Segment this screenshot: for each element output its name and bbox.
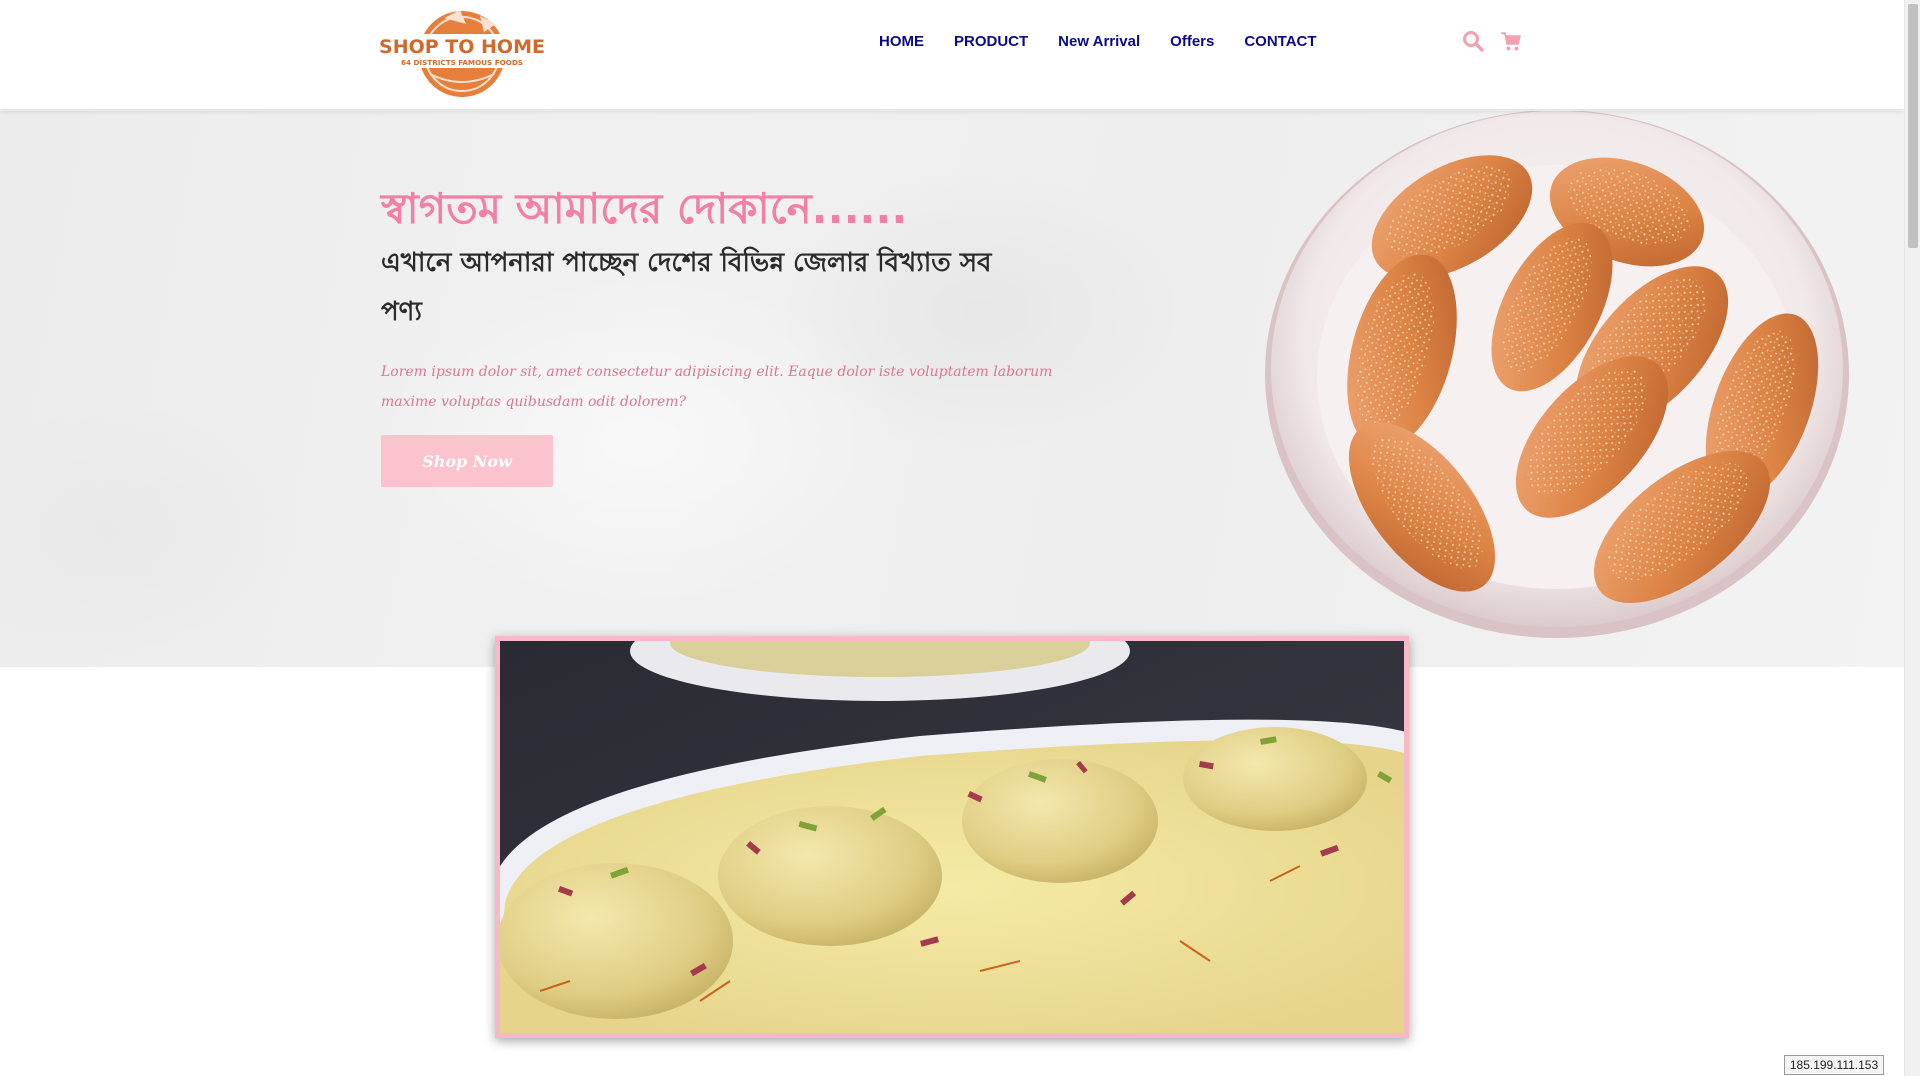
ip-address-badge: 185.199.111.153	[1784, 1055, 1884, 1075]
cart-icon[interactable]	[1498, 28, 1524, 54]
nav-offers[interactable]: Offers	[1170, 32, 1214, 52]
hero-subtitle: এখানে আপনারা পাচ্ছেন দেশের বিভিন্ন জেলার…	[381, 248, 992, 327]
nav-home[interactable]: HOME	[879, 32, 924, 52]
page-scrollbar[interactable]	[1904, 0, 1920, 1076]
svg-text:64 DISTRICTS FAMOUS FOODS: 64 DISTRICTS FAMOUS FOODS	[401, 58, 523, 67]
main-nav: HOME PRODUCT New Arrival Offers CONTACT	[879, 32, 1317, 52]
page: SHOP TO HOME 64 DISTRICTS FAMOUS FOODS H…	[0, 0, 1920, 1076]
site-header: SHOP TO HOME 64 DISTRICTS FAMOUS FOODS H…	[0, 0, 1904, 110]
nav-new-arrival[interactable]: New Arrival	[1058, 32, 1140, 52]
hero-description: Lorem ipsum dolor sit, amet consectetur …	[381, 364, 1053, 410]
featured-image-card	[495, 636, 1409, 1038]
svg-text:SHOP TO HOME: SHOP TO HOME	[380, 36, 544, 58]
search-icon[interactable]	[1460, 28, 1486, 54]
nav-contact[interactable]: CONTACT	[1244, 32, 1316, 52]
shop-now-button[interactable]: Shop Now	[381, 435, 553, 487]
hero-banner: স্বাগতম আমাদের দোকানে...... এখানে আপনারা…	[0, 111, 1904, 667]
scrollbar-thumb[interactable]	[1908, 4, 1918, 248]
hero-sweets-image	[1262, 111, 1852, 641]
featured-rasmalai-image	[500, 641, 1404, 1033]
hero-title: স্বাগতম আমাদের দোকানে......	[381, 184, 908, 233]
brand-logo[interactable]: SHOP TO HOME 64 DISTRICTS FAMOUS FOODS	[379, 4, 545, 98]
header-actions	[1460, 28, 1536, 54]
nav-product[interactable]: PRODUCT	[954, 32, 1028, 52]
